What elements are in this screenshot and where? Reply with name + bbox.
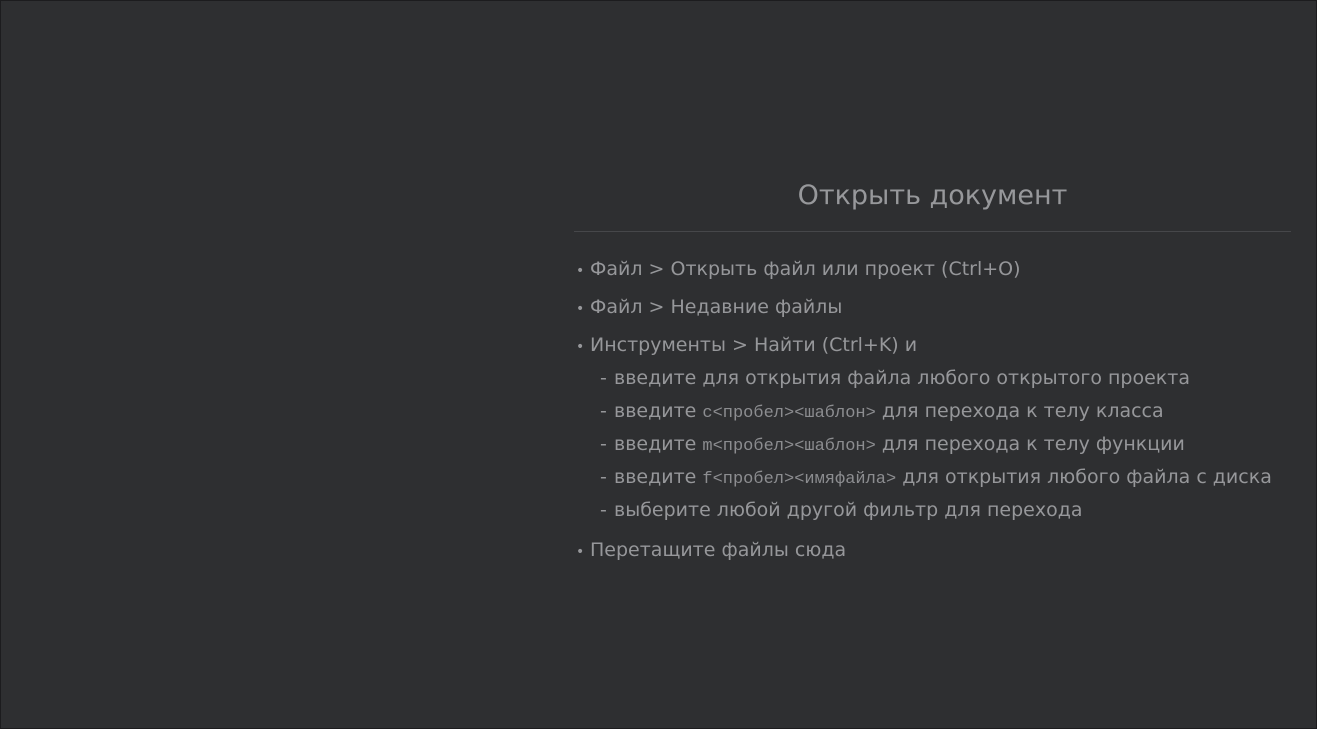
subhint-text: введите для открытия файла любого открыт… xyxy=(614,367,1190,389)
bullet-icon: • xyxy=(576,339,585,355)
hint-item-open-file: • Файл > Открыть файл или проект (Ctrl+O) xyxy=(574,256,1291,285)
open-document-panel: Открыть документ • Файл > Открыть файл ил… xyxy=(574,176,1291,575)
subhint-code: c<пробел><шаблон> xyxy=(702,404,876,423)
hint-text: Файл > Недавние файлы xyxy=(590,296,843,318)
subhint-text: выберите любой другой фильтр для переход… xyxy=(614,499,1083,521)
dash-icon: - xyxy=(600,466,607,488)
bullet-icon: • xyxy=(576,301,585,317)
subhint-text: введите xyxy=(614,466,703,488)
panel-title: Открыть документ xyxy=(797,180,1068,211)
subhint-item: - введите для открытия файла любого откры… xyxy=(600,363,1291,396)
subhint-suffix: для перехода к телу функции xyxy=(875,433,1185,455)
subhint-item: - введите m<пробел><шаблон> для перехода … xyxy=(600,429,1291,462)
subhint-suffix: для перехода к телу класса xyxy=(875,400,1164,422)
hint-item-recent-files: • Файл > Недавние файлы xyxy=(574,294,1291,323)
dash-icon: - xyxy=(600,367,607,389)
subhint-item: - введите f<пробел><имяфайла> для открыти… xyxy=(600,462,1291,495)
subhint-text: введите xyxy=(614,400,703,422)
hint-text: Инструменты > Найти (Ctrl+K) и xyxy=(590,334,918,356)
editor-area[interactable]: Открыть документ • Файл > Открыть файл ил… xyxy=(1,1,1316,728)
subhint-item: - выберите любой другой фильтр для перехо… xyxy=(600,495,1291,528)
subhint-text: введите xyxy=(614,433,703,455)
hint-text: Файл > Открыть файл или проект (Ctrl+O) xyxy=(590,258,1021,280)
bullet-icon: • xyxy=(576,544,585,560)
bullet-icon: • xyxy=(576,263,585,279)
subhint-code: f<пробел><имяфайла> xyxy=(702,470,897,489)
dash-icon: - xyxy=(600,499,607,521)
hint-item-drag-files: • Перетащите файлы сюда xyxy=(574,537,1291,566)
find-subhint-list: - введите для открытия файла любого откры… xyxy=(576,363,1291,528)
title-divider xyxy=(574,231,1291,232)
subhint-suffix: для открытия любого файла с диска xyxy=(896,466,1272,488)
subhint-item: - введите c<пробел><шаблон> для перехода … xyxy=(600,396,1291,429)
hint-text: Перетащите файлы сюда xyxy=(590,539,847,561)
hint-item-find: • Инструменты > Найти (Ctrl+K) и - введите… xyxy=(574,332,1291,528)
hint-list: • Файл > Открыть файл или проект (Ctrl+O)… xyxy=(574,256,1291,566)
subhint-code: m<пробел><шаблон> xyxy=(702,437,876,456)
dash-icon: - xyxy=(600,400,607,422)
dash-icon: - xyxy=(600,433,607,455)
